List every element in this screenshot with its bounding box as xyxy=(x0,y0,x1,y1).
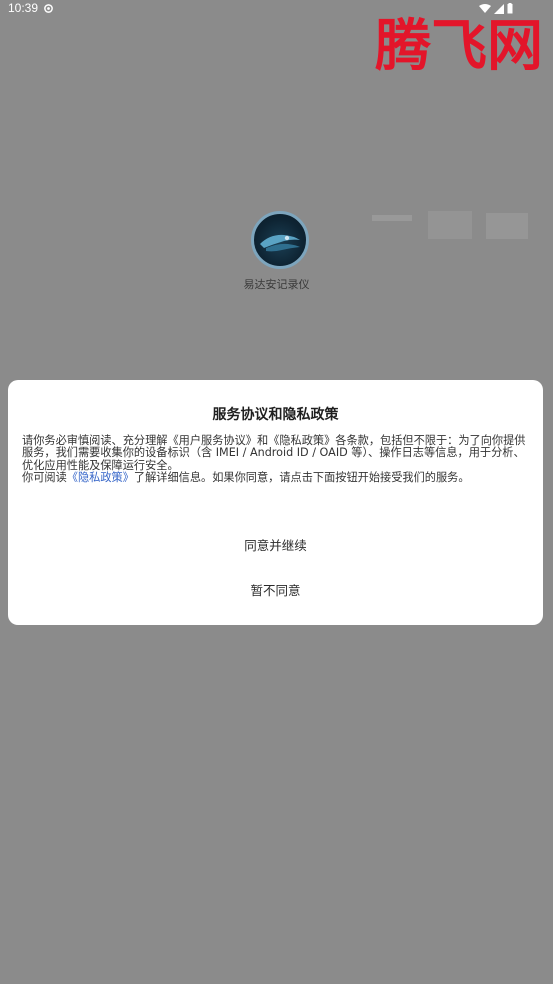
agree-continue-button[interactable]: 同意并继续 xyxy=(8,535,543,557)
dialog-body-text-2: 你可阅读《隐私政策》了解详细信息。如果你同意，请点击下面按钮开始接受我们的服务。 xyxy=(22,470,529,484)
privacy-dialog: 服务协议和隐私政策 请你务必审慎阅读、充分理解《用户服务协议》和《隐私政策》各条… xyxy=(8,380,543,625)
dialog-body: 请你务必审慎阅读、充分理解《用户服务协议》和《隐私政策》各条款，包括但不限于：为… xyxy=(22,434,529,484)
app-name: 易达安记录仪 xyxy=(243,278,310,291)
disagree-button[interactable]: 暂不同意 xyxy=(8,580,543,602)
watermark-logo: 腾飞网 xyxy=(375,13,543,79)
privacy-policy-link[interactable]: 《隐私政策》 xyxy=(67,471,134,484)
status-time: 10:39 xyxy=(8,1,39,15)
dialog-body-prefix: 你可阅读 xyxy=(22,470,67,484)
dialog-body-text: 请你务必审慎阅读、充分理解《用户服务协议》和《隐私政策》各条款，包括但不限于：为… xyxy=(22,434,526,472)
dialog-body-suffix: 了解详细信息。如果你同意，请点击下面按钮开始接受我们的服务。 xyxy=(133,470,470,484)
app-logo-icon xyxy=(251,211,309,269)
dialog-title: 服务协议和隐私政策 xyxy=(212,407,339,423)
background-decoration xyxy=(368,205,538,253)
wifi-icon xyxy=(479,3,491,13)
gear-icon xyxy=(44,3,53,13)
signal-icon xyxy=(494,3,504,14)
